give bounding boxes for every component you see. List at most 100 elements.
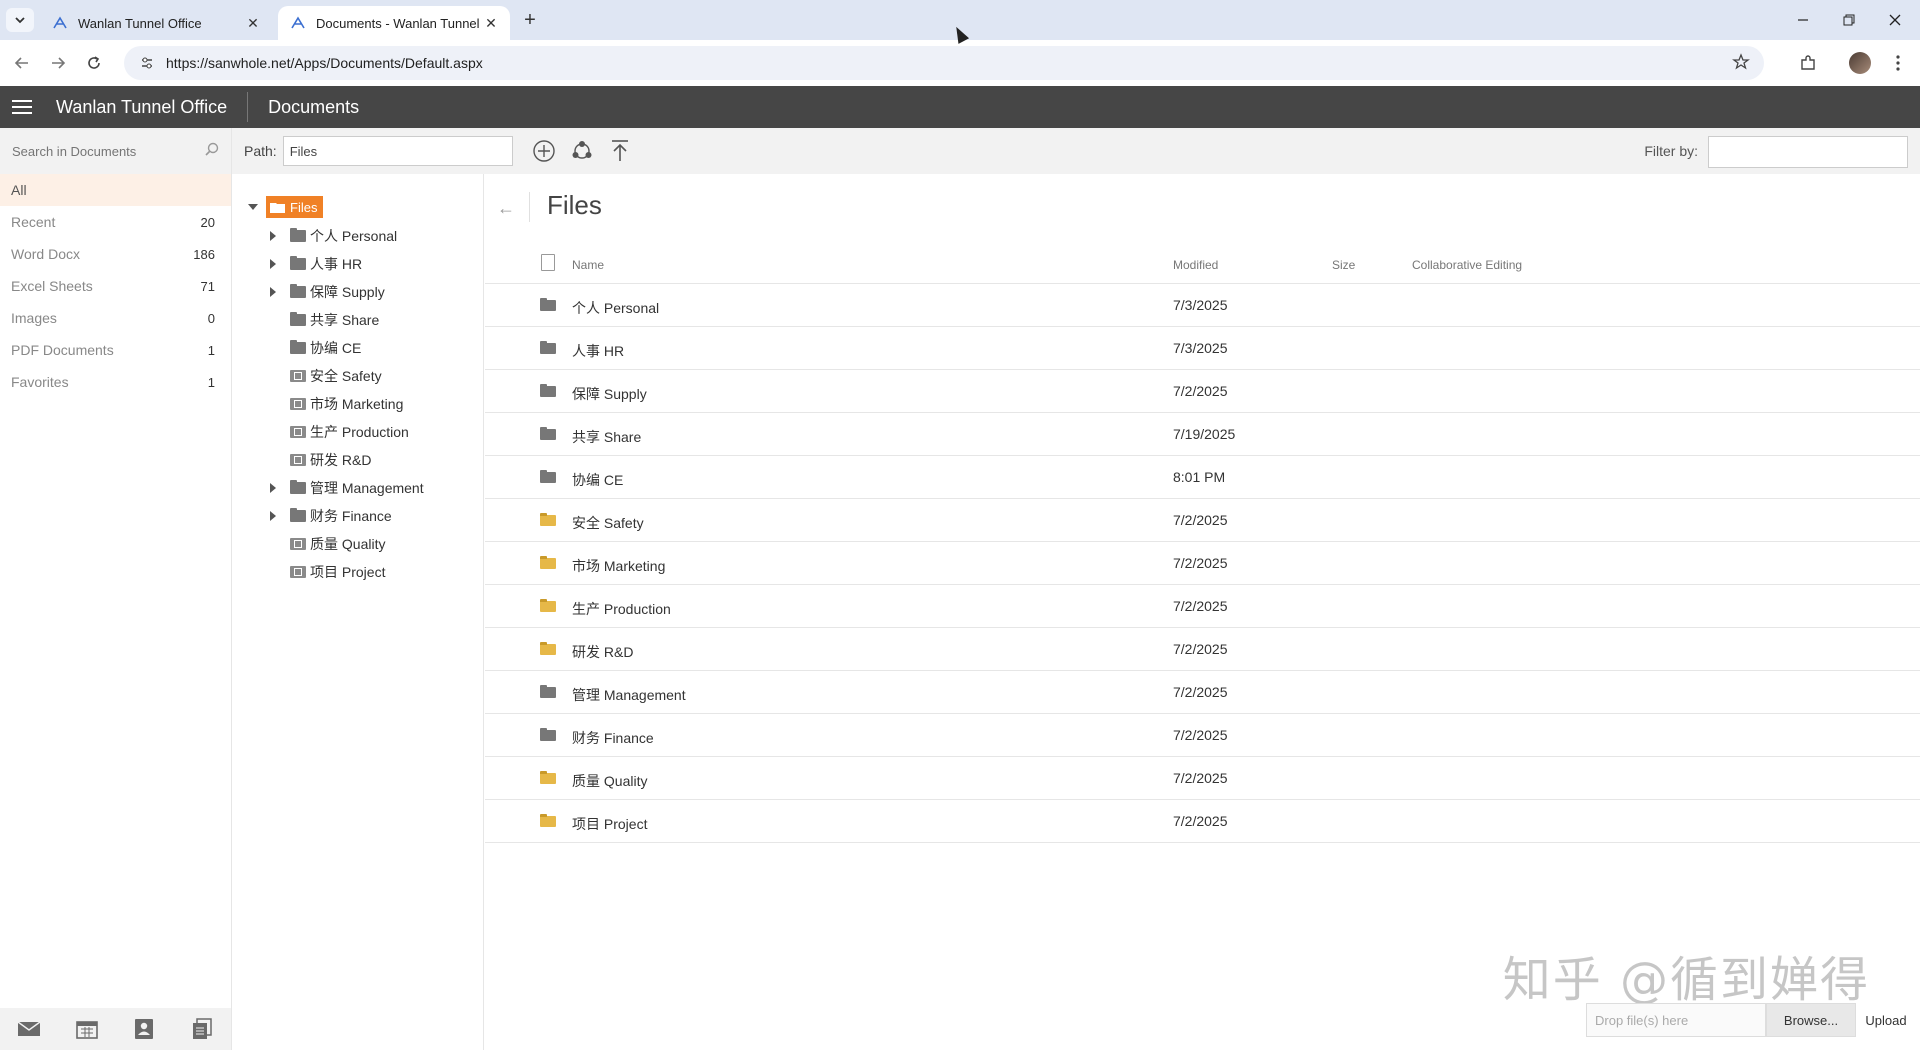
tree-item[interactable]: 研发 R&D xyxy=(270,449,371,471)
tree-item[interactable]: 共享 Share xyxy=(270,309,379,331)
category-excel-sheets[interactable]: Excel Sheets 71 xyxy=(0,270,231,302)
table-row[interactable]: 项目 Project 7/2/2025 xyxy=(485,800,1920,843)
file-name[interactable]: 生产 Production xyxy=(572,599,671,619)
category-images[interactable]: Images 0 xyxy=(0,302,231,334)
contacts-icon[interactable] xyxy=(131,1018,157,1040)
tree-item-label: 共享 Share xyxy=(310,312,380,328)
tree-root-label[interactable]: Files xyxy=(266,196,324,218)
folder-title: Files xyxy=(547,190,602,220)
tree-item[interactable]: 市场 Marketing xyxy=(270,393,403,415)
tree-item[interactable]: 项目 Project xyxy=(270,561,385,583)
caret-down-icon[interactable] xyxy=(248,204,258,210)
add-icon[interactable] xyxy=(531,138,557,164)
locked-folder-icon xyxy=(290,538,306,550)
file-name[interactable]: 管理 Management xyxy=(572,685,686,705)
browser-menu-button[interactable] xyxy=(1884,49,1912,77)
file-name[interactable]: 项目 Project xyxy=(572,814,647,834)
caret-right-icon[interactable] xyxy=(270,259,286,269)
restore-button[interactable] xyxy=(1826,6,1872,34)
browser-tab-documents[interactable]: Documents - Wanlan Tunnel O ✕ xyxy=(278,6,510,40)
file-name[interactable]: 协编 CE xyxy=(572,470,623,490)
site-info-icon[interactable] xyxy=(132,55,162,71)
caret-right-icon[interactable] xyxy=(270,511,286,521)
file-name[interactable]: 财务 Finance xyxy=(572,728,654,748)
upload-button[interactable]: Upload xyxy=(1856,1003,1916,1037)
back-button[interactable] xyxy=(8,49,36,77)
column-size[interactable]: Size xyxy=(1332,258,1355,272)
file-name[interactable]: 人事 HR xyxy=(572,341,624,361)
calendar-icon[interactable] xyxy=(74,1018,100,1040)
category-word-docx[interactable]: Word Docx 186 xyxy=(0,238,231,270)
tree-item[interactable]: 财务 Finance xyxy=(270,505,392,527)
table-row[interactable]: 共享 Share 7/19/2025 xyxy=(485,413,1920,456)
column-name[interactable]: Name xyxy=(572,258,604,272)
filter-input[interactable] xyxy=(1708,136,1908,168)
file-name[interactable]: 保障 Supply xyxy=(572,384,647,404)
file-name[interactable]: 研发 R&D xyxy=(572,642,633,662)
column-modified[interactable]: Modified xyxy=(1173,258,1218,272)
table-row[interactable]: 协编 CE 8:01 PM xyxy=(485,456,1920,499)
category-favorites[interactable]: Favorites 1 xyxy=(0,366,231,398)
table-row[interactable]: 个人 Personal 7/3/2025 xyxy=(485,284,1920,327)
tree-item[interactable]: 保障 Supply xyxy=(270,281,385,303)
drop-zone[interactable]: Drop file(s) here xyxy=(1586,1003,1766,1037)
new-tab-button[interactable]: + xyxy=(518,10,542,30)
category-all[interactable]: All xyxy=(0,174,231,206)
app-logo-icon xyxy=(291,16,305,29)
category-count: 1 xyxy=(207,374,215,390)
category-pdf-documents[interactable]: PDF Documents 1 xyxy=(0,334,231,366)
address-bar[interactable]: https://sanwhole.net/Apps/Documents/Defa… xyxy=(124,46,1764,80)
forward-button[interactable] xyxy=(44,49,72,77)
caret-right-icon[interactable] xyxy=(270,483,286,493)
tree-item[interactable]: 管理 Management xyxy=(270,477,424,499)
file-name[interactable]: 市场 Marketing xyxy=(572,556,665,576)
close-icon[interactable]: ✕ xyxy=(244,14,262,32)
back-arrow-icon[interactable]: ← xyxy=(497,198,515,219)
tree-item[interactable]: 个人 Personal xyxy=(270,225,397,247)
mail-icon[interactable] xyxy=(16,1018,42,1040)
table-row[interactable]: 管理 Management 7/2/2025 xyxy=(485,671,1920,714)
search-input[interactable] xyxy=(12,143,205,159)
table-row[interactable]: 质量 Quality 7/2/2025 xyxy=(485,757,1920,800)
category-recent[interactable]: Recent 20 xyxy=(0,206,231,238)
table-row[interactable]: 市场 Marketing 7/2/2025 xyxy=(485,542,1920,585)
column-collaborative-editing[interactable]: Collaborative Editing xyxy=(1412,258,1522,272)
tree-root[interactable]: Files xyxy=(248,196,324,218)
path-input[interactable]: Files xyxy=(282,136,513,166)
file-name[interactable]: 共享 Share xyxy=(572,427,641,447)
app-title[interactable]: Wanlan Tunnel Office xyxy=(56,92,249,122)
table-row[interactable]: 安全 Safety 7/2/2025 xyxy=(485,499,1920,542)
share-icon[interactable] xyxy=(569,138,595,164)
close-window-button[interactable] xyxy=(1872,6,1918,34)
hamburger-menu-icon[interactable] xyxy=(12,96,32,118)
profile-button[interactable] xyxy=(1846,49,1874,77)
browser-tab-office[interactable]: Wanlan Tunnel Office ✕ xyxy=(40,6,272,40)
table-row[interactable]: 财务 Finance 7/2/2025 xyxy=(485,714,1920,757)
upload-to-top-icon[interactable] xyxy=(607,138,633,164)
close-icon[interactable]: ✕ xyxy=(482,14,500,32)
table-row[interactable]: 研发 R&D 7/2/2025 xyxy=(485,628,1920,671)
caret-right-icon[interactable] xyxy=(270,231,286,241)
file-name[interactable]: 个人 Personal xyxy=(572,298,659,318)
search-icon[interactable] xyxy=(205,142,219,161)
documents-icon[interactable] xyxy=(189,1018,215,1040)
tree-item[interactable]: 质量 Quality xyxy=(270,533,385,555)
upload-bar: Drop file(s) here Browse... Upload xyxy=(1586,1003,1920,1037)
tree-item[interactable]: 安全 Safety xyxy=(270,365,382,387)
bookmark-star-icon[interactable] xyxy=(1732,53,1750,76)
browse-button[interactable]: Browse... xyxy=(1766,1003,1856,1037)
tree-item[interactable]: 生产 Production xyxy=(270,421,409,443)
minimize-button[interactable] xyxy=(1780,6,1826,34)
shared-folder-icon xyxy=(540,642,556,655)
caret-right-icon[interactable] xyxy=(270,287,286,297)
tab-search-button[interactable] xyxy=(6,8,34,32)
tree-item[interactable]: 人事 HR xyxy=(270,253,362,275)
file-name[interactable]: 质量 Quality xyxy=(572,771,647,791)
table-row[interactable]: 保障 Supply 7/2/2025 xyxy=(485,370,1920,413)
tree-item[interactable]: 协编 CE xyxy=(270,337,361,359)
extensions-button[interactable] xyxy=(1794,49,1822,77)
table-row[interactable]: 人事 HR 7/3/2025 xyxy=(485,327,1920,370)
reload-button[interactable] xyxy=(80,49,108,77)
table-row[interactable]: 生产 Production 7/2/2025 xyxy=(485,585,1920,628)
file-name[interactable]: 安全 Safety xyxy=(572,513,644,533)
